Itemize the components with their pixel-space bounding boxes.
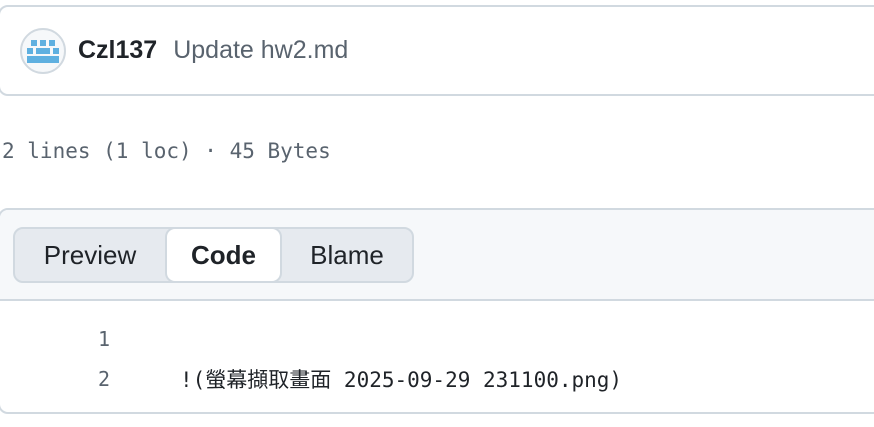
identicon-icon: [23, 30, 63, 71]
file-viewer-header: Preview Code Blame: [0, 210, 874, 301]
tab-blame[interactable]: Blame: [282, 229, 412, 281]
tab-preview[interactable]: Preview: [15, 229, 165, 281]
code-view: 1 2 !(螢幕擷取畫面 2025-09-29 231100.png): [0, 301, 874, 399]
line-number[interactable]: 2: [0, 367, 110, 391]
avatar[interactable]: [20, 27, 66, 74]
view-mode-segmented-control: Preview Code Blame: [13, 227, 414, 283]
commit-author-link[interactable]: Czl137: [78, 36, 157, 65]
tab-code[interactable]: Code: [165, 227, 282, 283]
commit-message-link[interactable]: Update hw2.md: [173, 36, 348, 65]
code-line: 2 !(螢幕擷取畫面 2025-09-29 231100.png): [0, 359, 874, 399]
line-content: !(螢幕擷取畫面 2025-09-29 231100.png): [180, 368, 623, 392]
line-number[interactable]: 1: [0, 327, 110, 351]
file-viewer: Preview Code Blame 1 2 !(螢幕擷取畫面 2025-09-…: [0, 208, 874, 414]
latest-commit-bar: Czl137 Update hw2.md: [0, 5, 874, 96]
code-line: 1: [0, 319, 874, 359]
file-size-info: 2 lines (1 loc) · 45 Bytes: [2, 139, 331, 163]
